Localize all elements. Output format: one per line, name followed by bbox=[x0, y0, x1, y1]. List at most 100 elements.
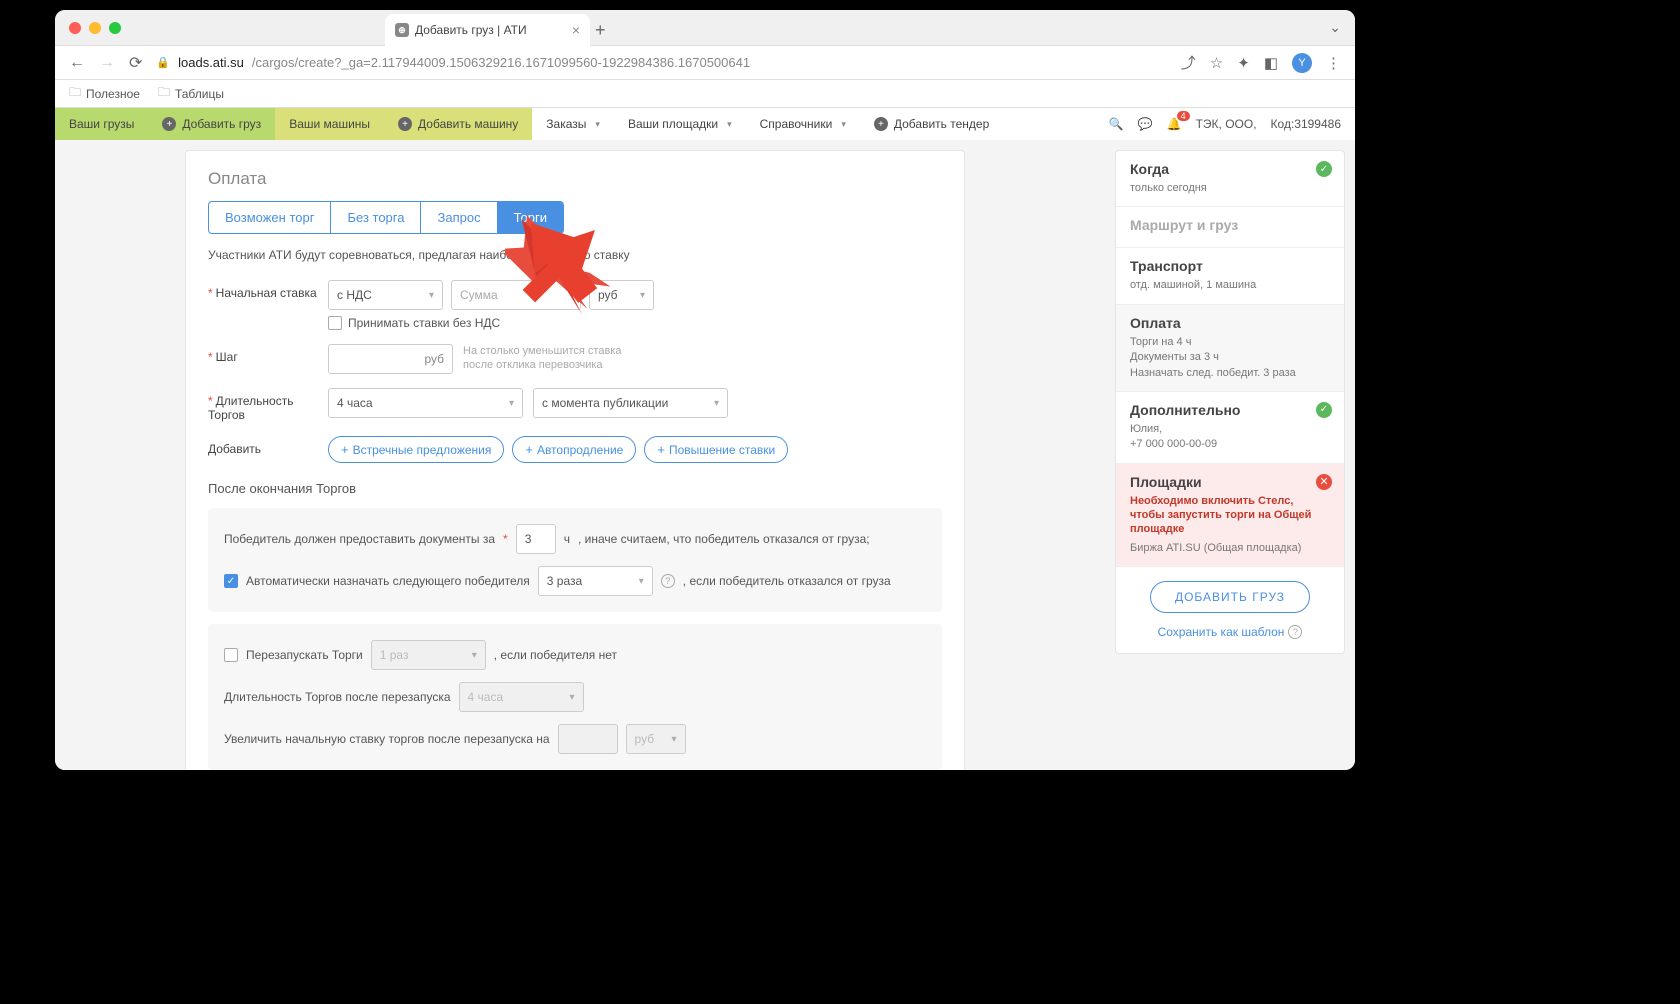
select-duration-from[interactable]: с момента публикации bbox=[533, 388, 728, 418]
checkbox-no-vat[interactable] bbox=[328, 316, 342, 330]
bookmark-folder[interactable]: 🗀Полезное bbox=[69, 83, 140, 104]
checkbox-auto-next[interactable]: ✓ bbox=[224, 574, 238, 588]
section-title-payment: Оплата bbox=[208, 169, 942, 189]
checkbox-restart[interactable] bbox=[224, 648, 238, 662]
after-box-1: Победитель должен предоставить документы… bbox=[208, 508, 942, 612]
summary-sidebar: ✓ Когда только сегодня Маршрут и груз Тр… bbox=[1115, 140, 1355, 770]
tab-no-bargain[interactable]: Без торга bbox=[331, 202, 421, 233]
panel-icon[interactable]: ◧ bbox=[1264, 54, 1278, 72]
nav-add-tender[interactable]: +Добавить тендер bbox=[860, 108, 1003, 140]
label-increase-bid: Увеличить начальную ставку торгов после … bbox=[224, 732, 550, 746]
plus-icon: + bbox=[398, 117, 412, 131]
search-icon[interactable]: 🔍 bbox=[1109, 117, 1124, 131]
lock-icon: 🔒 bbox=[156, 56, 170, 69]
label-step: *Шаг bbox=[208, 344, 318, 364]
org-code: Код:3199486 bbox=[1271, 117, 1341, 131]
chip-auto-extend[interactable]: +Автопродление bbox=[512, 436, 636, 463]
save-template-link[interactable]: Сохранить как шаблон? bbox=[1158, 625, 1303, 639]
tab-close-icon[interactable]: × bbox=[572, 22, 580, 38]
nav-add-truck[interactable]: +Добавить машину bbox=[384, 108, 532, 140]
payment-tabs: Возможен торг Без торга Запрос Торги bbox=[208, 201, 564, 234]
select-increase-currency[interactable]: руб bbox=[626, 724, 686, 754]
new-tab-button[interactable]: + bbox=[595, 20, 606, 41]
sidebar-payment[interactable]: Оплата Торги на 4 ч Документы за 3 ч Наз… bbox=[1116, 305, 1344, 392]
nav-reference[interactable]: Справочники bbox=[746, 108, 860, 140]
winner-docs-pre: Победитель должен предоставить документы… bbox=[224, 532, 495, 546]
share-icon[interactable]: ⤴ bbox=[1181, 52, 1196, 73]
plus-icon: + bbox=[525, 442, 533, 457]
profile-avatar[interactable]: Y bbox=[1292, 53, 1312, 73]
url-bar: ← → ⟳ 🔒 loads.ati.su/cargos/create?_ga=2… bbox=[55, 46, 1355, 80]
star-icon[interactable]: ☆ bbox=[1210, 54, 1223, 72]
label-restart-duration: Длительность Торгов после перезапуска bbox=[224, 690, 451, 704]
label-restart: Перезапускать Торги bbox=[246, 648, 363, 662]
extension-icon[interactable]: ✦ bbox=[1237, 54, 1250, 72]
tab-bargain[interactable]: Возможен торг bbox=[209, 202, 331, 233]
back-button[interactable]: ← bbox=[69, 54, 85, 72]
sidebar-route[interactable]: Маршрут и груз bbox=[1116, 207, 1344, 248]
tab-title: Добавить груз | АТИ bbox=[415, 23, 527, 37]
nav-orders[interactable]: Заказы bbox=[532, 108, 614, 140]
label-duration: *Длительность Торгов bbox=[208, 388, 318, 422]
restart-post: , если победителя нет bbox=[494, 648, 617, 662]
bookmark-folder[interactable]: 🗀Таблицы bbox=[158, 83, 224, 104]
plus-icon: + bbox=[874, 117, 888, 131]
maximize-window-button[interactable] bbox=[109, 22, 121, 34]
select-vat[interactable]: с НДС bbox=[328, 280, 443, 310]
check-icon: ✓ bbox=[1316, 402, 1332, 418]
select-auto-next-times[interactable]: 3 раза bbox=[538, 566, 653, 596]
label-auto-next: Автоматически назначать следующего побед… bbox=[246, 574, 530, 588]
select-currency[interactable]: руб bbox=[589, 280, 654, 310]
error-icon: ✕ bbox=[1316, 474, 1332, 490]
chip-counter-offers[interactable]: +Встречные предложения bbox=[328, 436, 504, 463]
auto-next-post: , если победитель отказался от груза bbox=[683, 574, 891, 588]
address-bar[interactable]: 🔒 loads.ati.su/cargos/create?_ga=2.11794… bbox=[156, 55, 1166, 70]
sidebar-additional[interactable]: ✓ Дополнительно Юлия, +7 000 000-00-09 bbox=[1116, 392, 1344, 464]
menu-icon[interactable]: ⋮ bbox=[1326, 54, 1341, 72]
payment-card: Оплата Возможен торг Без торга Запрос То… bbox=[185, 150, 965, 770]
main-content: Оплата Возможен торг Без торга Запрос То… bbox=[55, 140, 1355, 770]
nav-platforms[interactable]: Ваши площадки bbox=[614, 108, 746, 140]
nav-add-cargo[interactable]: +Добавить груз bbox=[148, 108, 275, 140]
sidebar-when[interactable]: ✓ Когда только сегодня bbox=[1116, 151, 1344, 207]
plus-icon: + bbox=[341, 442, 349, 457]
url-domain: loads.ati.su bbox=[178, 55, 244, 70]
tab-request[interactable]: Запрос bbox=[421, 202, 497, 233]
url-path: /cargos/create?_ga=2.117944009.150632921… bbox=[252, 55, 750, 70]
step-hint: На столько уменьшится ставка после откли… bbox=[463, 344, 633, 373]
help-icon[interactable]: ? bbox=[661, 574, 675, 588]
input-sum[interactable]: Сумма bbox=[451, 280, 581, 310]
check-icon: ✓ bbox=[1316, 161, 1332, 177]
close-window-button[interactable] bbox=[69, 22, 81, 34]
app-toolbar: Ваши грузы +Добавить груз Ваши машины +Д… bbox=[55, 108, 1355, 140]
nav-cargos[interactable]: Ваши грузы bbox=[55, 108, 148, 140]
select-restart-times[interactable]: 1 раз bbox=[371, 640, 486, 670]
tabs-dropdown-icon[interactable]: ⌄ bbox=[1329, 19, 1341, 36]
select-restart-duration[interactable]: 4 часа bbox=[459, 682, 584, 712]
org-name[interactable]: ТЭК, ООО, bbox=[1196, 117, 1257, 131]
nav-trucks[interactable]: Ваши машины bbox=[275, 108, 384, 140]
chip-raise-bid[interactable]: +Повышение ставки bbox=[644, 436, 788, 463]
after-box-2: Перезапускать Торги 1 раз , если победит… bbox=[208, 624, 942, 770]
label-add: Добавить bbox=[208, 436, 318, 456]
forward-button[interactable]: → bbox=[99, 54, 115, 72]
reload-button[interactable]: ⟳ bbox=[129, 53, 142, 73]
tab-auction[interactable]: Торги bbox=[498, 202, 563, 233]
browser-titlebar: ⊕ Добавить груз | АТИ × + ⌄ bbox=[55, 10, 1355, 46]
browser-tab[interactable]: ⊕ Добавить груз | АТИ × bbox=[385, 14, 590, 46]
select-duration[interactable]: 4 часа bbox=[328, 388, 523, 418]
plus-icon: + bbox=[657, 442, 665, 457]
input-increase-amount[interactable] bbox=[558, 724, 618, 754]
sidebar-transport[interactable]: Транспорт отд. машиной, 1 машина bbox=[1116, 248, 1344, 304]
label-no-vat: Принимать ставки без НДС bbox=[348, 316, 500, 330]
chat-icon[interactable]: 💬 bbox=[1138, 117, 1153, 131]
input-docs-hours[interactable]: 3 bbox=[516, 524, 556, 554]
label-start-bid: *Начальная ставка bbox=[208, 280, 318, 300]
sidebar-platforms[interactable]: ✕ Площадки Необходимо включить Стелс, чт… bbox=[1116, 464, 1344, 567]
favicon: ⊕ bbox=[395, 23, 409, 37]
notification-icon[interactable]: 🔔 bbox=[1167, 117, 1182, 131]
bookmarks-bar: 🗀Полезное 🗀Таблицы bbox=[55, 80, 1355, 108]
input-step[interactable]: руб bbox=[328, 344, 453, 374]
minimize-window-button[interactable] bbox=[89, 22, 101, 34]
add-cargo-button[interactable]: ДОБАВИТЬ ГРУЗ bbox=[1150, 581, 1310, 613]
